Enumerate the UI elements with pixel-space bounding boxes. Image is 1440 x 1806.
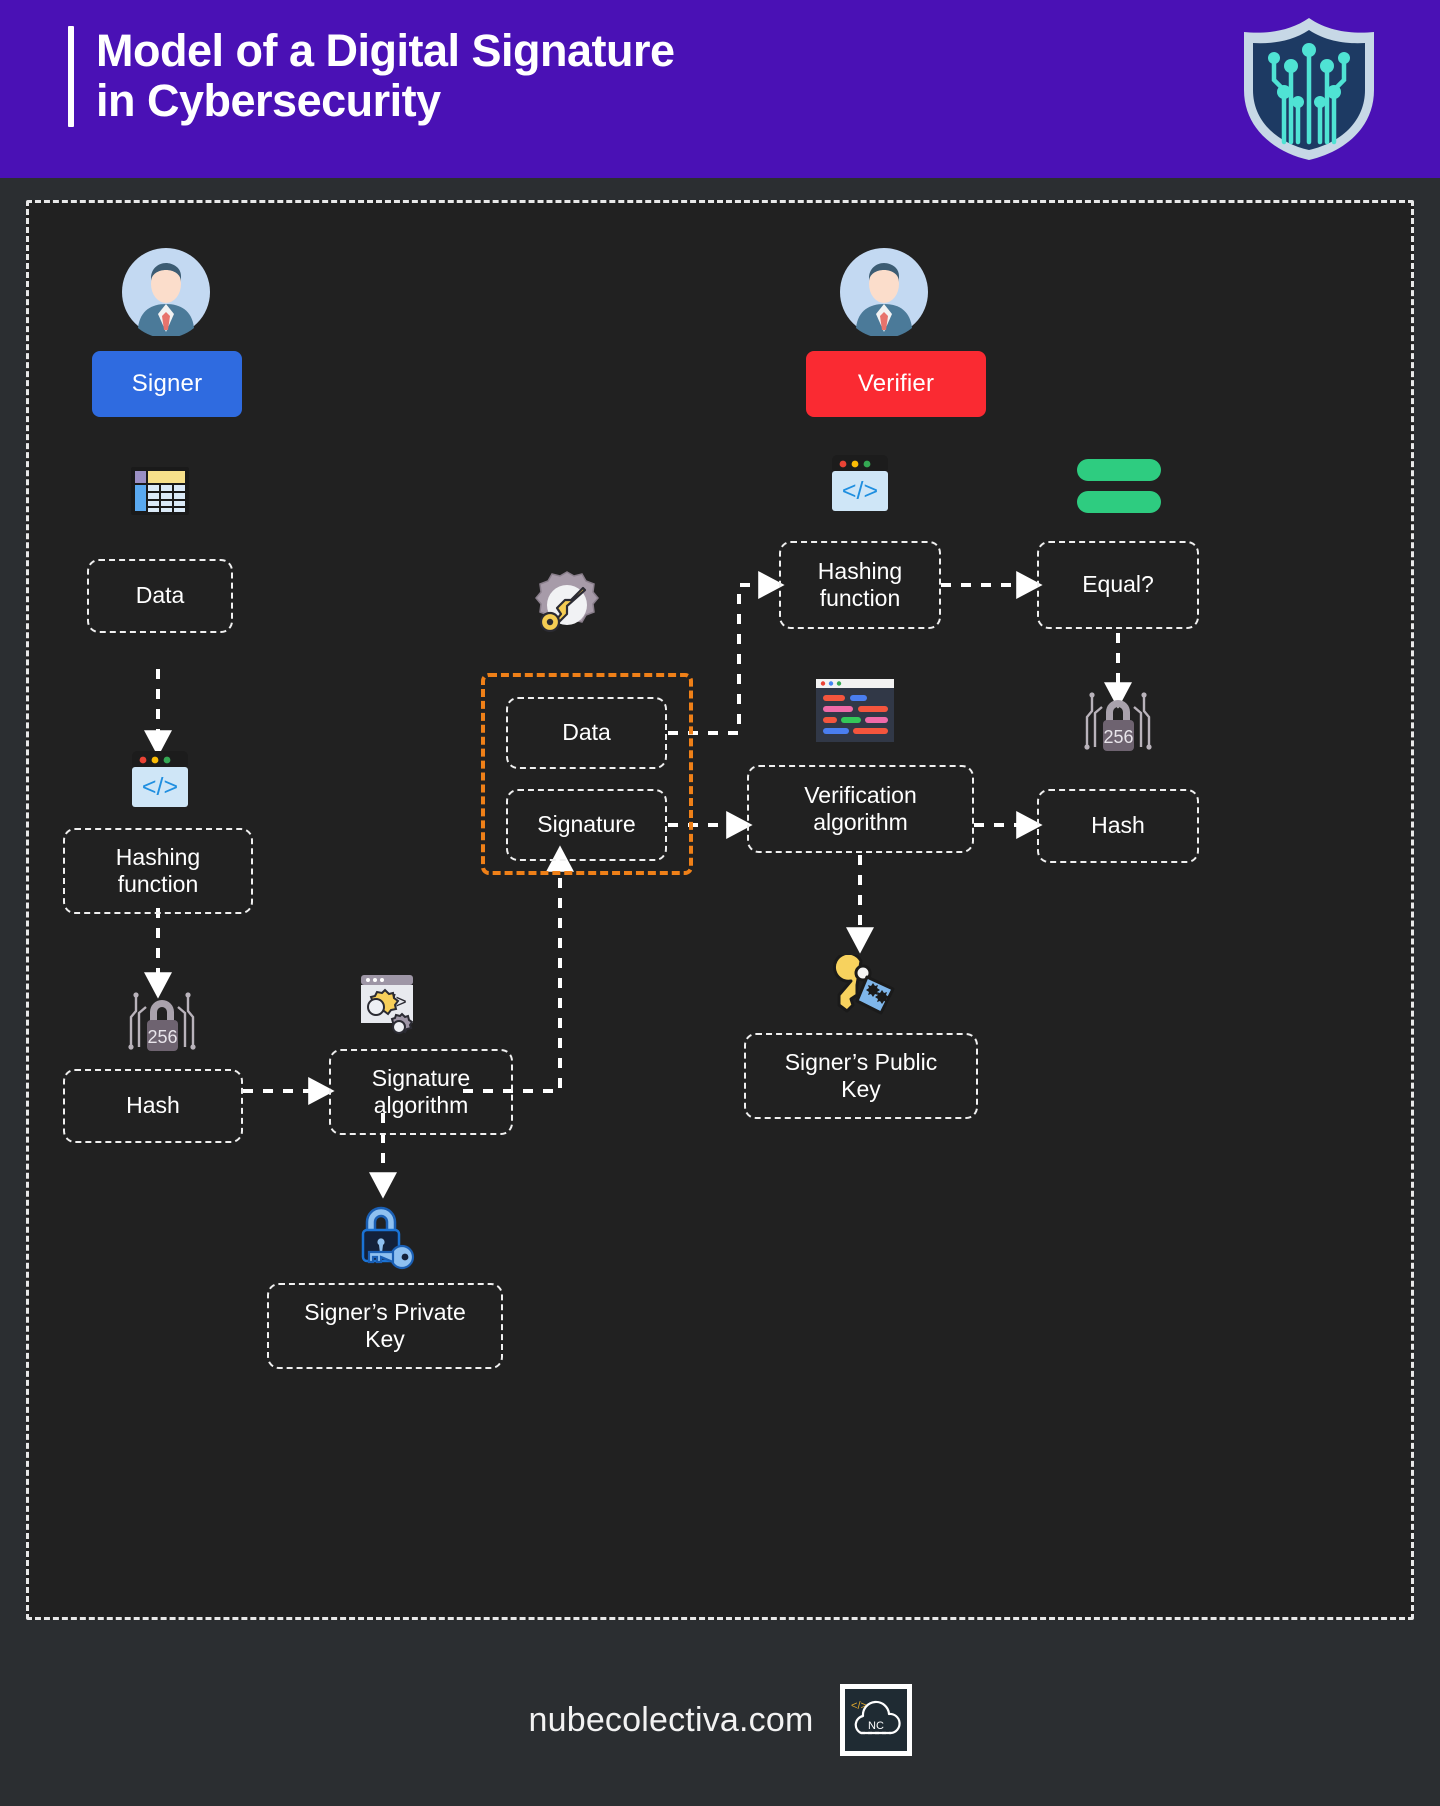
- node-signature-algorithm-label: Signature algorithm: [371, 1064, 471, 1118]
- page-title: Model of a Digital Signature in Cybersec…: [68, 25, 675, 127]
- equals-green-icon: [1075, 455, 1163, 517]
- role-chip-verifier-label: Verifier: [857, 370, 935, 397]
- avatar: [122, 248, 210, 339]
- node-verifier-hashing-function[interactable]: Hashing function: [779, 541, 941, 629]
- node-signer-public-key-label: Signer’s Public Key: [784, 1048, 938, 1102]
- node-signer-hashing-function[interactable]: Hashing function: [63, 828, 253, 914]
- diagram-canvas: Signer Verifier Data </> Hashing functio…: [26, 200, 1414, 1620]
- svg-text:</>: </>: [842, 477, 878, 505]
- node-signer-hash[interactable]: Hash: [63, 1069, 243, 1143]
- role-chip-signer[interactable]: Signer: [92, 351, 242, 417]
- svg-text:NC: NC: [868, 1720, 884, 1732]
- node-signer-hash-label: Hash: [126, 1092, 180, 1119]
- page-header: Model of a Digital Signature in Cybersec…: [0, 0, 1440, 178]
- code-window-icon: </>: [831, 453, 889, 515]
- node-signer-private-key[interactable]: Signer’s Private Key: [267, 1283, 503, 1369]
- node-signer-data-label: Data: [135, 582, 185, 609]
- gear-key-icon: [527, 568, 607, 646]
- node-signer-public-key[interactable]: Signer’s Public Key: [744, 1033, 978, 1119]
- footer-site-label: nubecolectiva.com: [528, 1700, 814, 1739]
- node-packet-data-label: Data: [562, 719, 611, 746]
- role-chip-verifier[interactable]: Verifier: [806, 351, 986, 417]
- role-chip-signer-label: Signer: [131, 370, 203, 397]
- node-packet-data[interactable]: Data: [506, 697, 667, 769]
- node-equal-label: Equal?: [1082, 571, 1154, 598]
- code-window-icon: </>: [131, 749, 189, 811]
- svg-text:</>: </>: [142, 773, 178, 801]
- node-signer-private-key-label: Signer’s Private Key: [304, 1298, 466, 1352]
- node-verification-algorithm-label: Verification algorithm: [804, 781, 917, 835]
- node-packet-signature[interactable]: Signature: [506, 789, 667, 861]
- lock-256-icon: 256: [1079, 687, 1157, 763]
- node-equal[interactable]: Equal?: [1037, 541, 1199, 629]
- avatar: [840, 248, 928, 339]
- spreadsheet-table-icon: [129, 461, 191, 523]
- nube-colectiva-cloud-icon: </> NC: [839, 1684, 912, 1756]
- node-packet-signature-label: Signature: [537, 811, 636, 838]
- key-tag-icon: [823, 951, 899, 1021]
- lock-key-blue-icon: [347, 1201, 419, 1275]
- node-signer-hashing-function-label: Hashing function: [115, 843, 201, 897]
- shield-circuit-icon: [1234, 12, 1384, 164]
- title-accent-bar: [68, 26, 74, 127]
- lock-256-icon: 256: [123, 987, 201, 1063]
- svg-text:256: 256: [147, 1027, 177, 1047]
- page-footer: nubecolectiva.com </> NC: [0, 1660, 1440, 1780]
- node-signer-data[interactable]: Data: [87, 559, 233, 633]
- node-signature-algorithm[interactable]: Signature algorithm: [329, 1049, 513, 1135]
- svg-text:256: 256: [1103, 727, 1133, 747]
- node-verifier-hash-label: Hash: [1091, 812, 1145, 839]
- node-verifier-hashing-function-label: Hashing function: [817, 557, 903, 611]
- code-editor-icon: [815, 678, 895, 744]
- page-title-text: Model of a Digital Signature in Cybersec…: [96, 25, 675, 127]
- code-gears-icon: </>: [347, 973, 425, 1047]
- node-verification-algorithm[interactable]: Verification algorithm: [747, 765, 974, 853]
- node-verifier-hash[interactable]: Hash: [1037, 789, 1199, 863]
